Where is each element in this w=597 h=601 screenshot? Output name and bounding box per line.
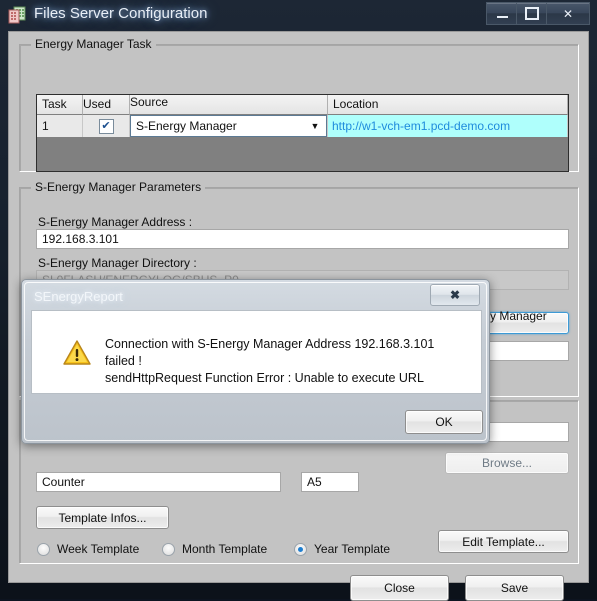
minimize-icon [496, 16, 508, 18]
title-bar: Files Server Configuration ✕ [0, 0, 597, 30]
radio-month-template-label: Month Template [182, 542, 268, 556]
task-grid[interactable]: Task Used Source Location 1 ✔ S-Energy M… [36, 94, 569, 172]
dialog-ok-button[interactable]: OK [405, 410, 483, 434]
warning-icon [63, 340, 91, 365]
checkmark-icon: ✔ [101, 119, 111, 132]
cell-used[interactable]: ✔ [83, 115, 130, 137]
client-area: Energy Manager Task Task Used Source Loc… [8, 31, 589, 601]
close-button[interactable]: ✕ [546, 2, 590, 25]
dialog-message: Connection with S-Energy Manager Address… [105, 336, 465, 387]
radio-month-template[interactable]: Month Template [162, 542, 267, 556]
grid-header-used: Used [83, 95, 130, 115]
dialog-title: SEnergyReport [34, 289, 123, 304]
grid-header-source: Source [130, 95, 328, 115]
group-title-parameters: S-Energy Manager Parameters [31, 180, 206, 194]
save-button[interactable]: Save [465, 575, 564, 601]
browse-button[interactable]: Browse... [445, 452, 569, 474]
files-server-icon [6, 4, 28, 26]
template-name-input[interactable]: Counter [36, 472, 281, 492]
address-input[interactable]: 192.168.3.101 [36, 229, 569, 249]
directory-label: S-Energy Manager Directory : [38, 256, 197, 270]
main-window: Files Server Configuration ✕ Energy Mana… [0, 0, 597, 601]
address-label: S-Energy Manager Address : [38, 215, 193, 229]
senergyreport-dialog: SEnergyReport ✖ Connection with S-Energy… [21, 279, 490, 444]
minimize-button[interactable] [486, 2, 517, 25]
grid-header-row: Task Used Source Location [37, 95, 568, 115]
source-combobox[interactable]: S-Energy Manager ▼ [130, 115, 327, 137]
chevron-down-icon[interactable]: ▼ [304, 121, 326, 131]
radio-week-template[interactable]: Week Template [37, 542, 139, 556]
radio-week-template-label: Week Template [57, 542, 140, 556]
radio-year-template[interactable]: Year Template [294, 542, 390, 556]
maximize-icon [525, 7, 539, 20]
maximize-button[interactable] [516, 2, 547, 25]
dialog-close-button[interactable]: ✖ [430, 284, 480, 306]
dialog-message-line-2: sendHttpRequest Function Error : Unable … [105, 371, 424, 385]
window-title: Files Server Configuration [34, 5, 208, 22]
table-row[interactable]: 1 ✔ S-Energy Manager ▼ http://w1-vch-em1… [37, 115, 568, 137]
close-icon: ✕ [562, 6, 574, 21]
dialog-message-line-1: Connection with S-Energy Manager Address… [105, 337, 435, 368]
radio-month-template-indicator[interactable] [162, 542, 175, 556]
dialog-body: Connection with S-Energy Manager Address… [31, 310, 482, 394]
cell-source[interactable]: S-Energy Manager ▼ [130, 115, 328, 137]
grid-header-task: Task [37, 95, 83, 115]
close-icon: ✖ [449, 288, 461, 302]
radio-year-template-indicator[interactable] [294, 542, 307, 556]
edit-template-button[interactable]: Edit Template... [438, 530, 569, 553]
radio-week-template-indicator[interactable] [37, 542, 50, 556]
cell-location[interactable]: http://w1-vch-em1.pcd-demo.com [328, 115, 568, 137]
cell-task: 1 [37, 115, 83, 137]
radio-year-template-label: Year Template [314, 542, 391, 556]
template-infos-button[interactable]: Template Infos... [36, 506, 169, 529]
location-link[interactable]: http://w1-vch-em1.pcd-demo.com [332, 119, 510, 133]
group-title-energy-manager-task: Energy Manager Task [31, 37, 156, 51]
grid-header-location: Location [328, 95, 568, 115]
used-checkbox[interactable]: ✔ [98, 118, 114, 134]
close-dialog-button[interactable]: Close [350, 575, 449, 601]
template-code-input[interactable]: A5 [301, 472, 359, 492]
source-combobox-value: S-Energy Manager [136, 119, 237, 133]
